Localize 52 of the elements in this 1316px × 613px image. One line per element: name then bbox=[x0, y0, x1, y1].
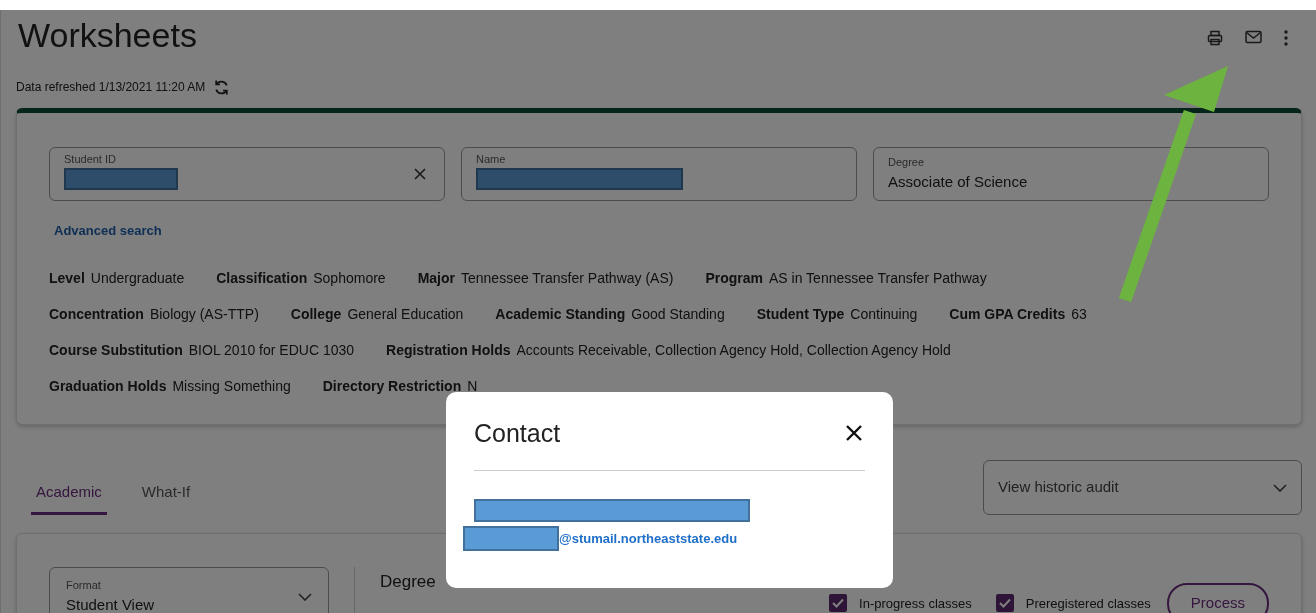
attribute-label: Directory Restriction bbox=[322, 377, 462, 396]
attribute-label: Level bbox=[49, 269, 85, 288]
attribute-label: Concentration bbox=[49, 305, 144, 324]
close-icon[interactable] bbox=[845, 424, 863, 442]
attribute-label: Graduation Holds bbox=[49, 377, 167, 396]
attribute-label: College bbox=[290, 305, 342, 324]
advanced-search-link[interactable]: Advanced search bbox=[54, 221, 162, 241]
attribute-value: Good Standing bbox=[631, 305, 725, 324]
attribute-value: Accounts Receivable, Collection Agency Hold, Collection Agency Hold bbox=[516, 341, 951, 360]
attribute-value: N bbox=[467, 377, 478, 396]
attribute-value: 63 bbox=[1071, 305, 1087, 324]
attribute-value: Biology (AS-TTP) bbox=[149, 305, 259, 324]
checkbox[interactable] bbox=[995, 594, 1014, 613]
tab[interactable]: Academic bbox=[31, 473, 107, 515]
search-field[interactable]: Name bbox=[461, 147, 857, 201]
attribute-value: Undergraduate bbox=[90, 269, 185, 288]
search-field[interactable]: Student ID bbox=[49, 147, 445, 201]
attribute-label: Student Type bbox=[756, 305, 845, 324]
mail-icon[interactable] bbox=[1245, 30, 1262, 44]
attribute-value: Missing Something bbox=[172, 377, 291, 396]
print-icon[interactable] bbox=[1207, 30, 1223, 46]
refresh-icon[interactable] bbox=[213, 78, 231, 96]
checkbox-label: Preregistered classes bbox=[1025, 594, 1151, 613]
data-refreshed-text: Data refreshed 1/13/2021 11:20 AM bbox=[16, 79, 206, 96]
more-menu-icon[interactable] bbox=[1284, 30, 1288, 46]
attribute-label: Program bbox=[705, 269, 763, 288]
clear-icon[interactable] bbox=[414, 168, 426, 180]
format-select[interactable]: Format Student View bbox=[49, 567, 329, 613]
attribute-value: AS in Tennessee Transfer Pathway bbox=[769, 269, 987, 288]
attribute-value: BIOL 2010 for EDUC 1030 bbox=[188, 341, 355, 360]
attribute-value: Continuing bbox=[850, 305, 918, 324]
attribute-label: Cum GPA Credits bbox=[949, 305, 1066, 324]
search-field[interactable]: Degree Associate of Science bbox=[873, 147, 1269, 201]
page-title: Worksheets bbox=[18, 18, 198, 52]
chevron-down-icon bbox=[1273, 483, 1287, 492]
attribute-value: General Education bbox=[347, 305, 464, 324]
checkbox-label: In-progress classes bbox=[859, 594, 972, 613]
attribute-label: Classification bbox=[216, 269, 308, 288]
attribute-label: Academic Standing bbox=[495, 305, 626, 324]
historic-audit-select[interactable]: View historic audit bbox=[983, 460, 1302, 515]
chevron-down-icon bbox=[298, 593, 312, 601]
dialog-title: Contact bbox=[474, 418, 561, 448]
tab[interactable]: What-If bbox=[136, 473, 196, 515]
email-link[interactable]: @stumail.northeaststate.edu bbox=[559, 528, 738, 549]
section-heading: Degree bbox=[380, 571, 436, 593]
attribute-value: Tennessee Transfer Pathway (AS) bbox=[461, 269, 674, 288]
attribute-label: Course Substitution bbox=[49, 341, 183, 360]
attribute-label: Registration Holds bbox=[386, 341, 511, 360]
attribute-label: Major bbox=[417, 269, 455, 288]
process-button[interactable]: Process bbox=[1166, 583, 1269, 613]
attribute-value: Sophomore bbox=[313, 269, 386, 288]
checkbox[interactable] bbox=[829, 594, 848, 613]
